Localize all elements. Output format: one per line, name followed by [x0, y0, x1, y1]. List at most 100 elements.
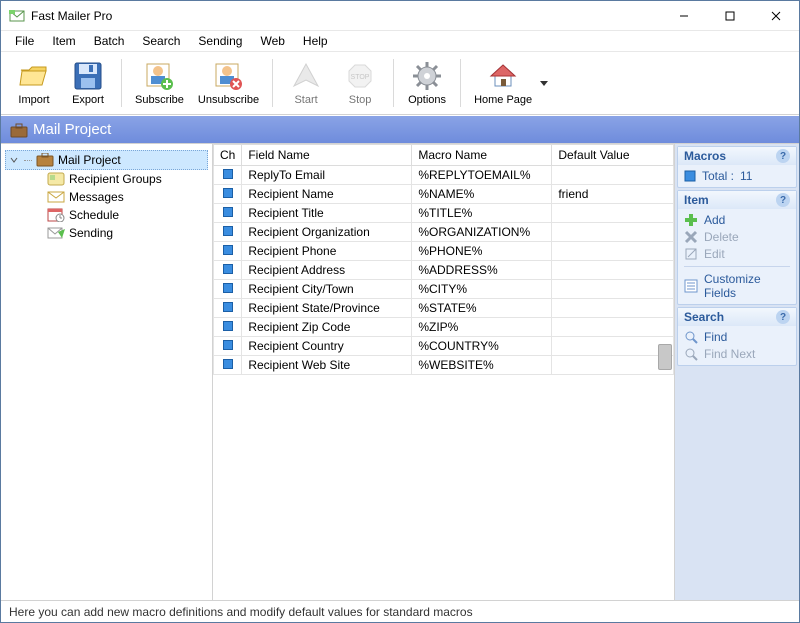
table-pane: Ch Field Name Macro Name Default Value R… — [213, 144, 675, 600]
table-row[interactable]: Recipient Zip Code%ZIP% — [214, 318, 674, 337]
panel-item-title: Item — [684, 193, 709, 207]
menu-item[interactable]: Item — [44, 32, 83, 50]
checkbox-icon[interactable] — [223, 283, 233, 293]
tree-collapse-icon[interactable] — [8, 154, 20, 166]
table-row[interactable]: Recipient Address%ADDRESS% — [214, 261, 674, 280]
item-edit: Edit — [684, 247, 790, 261]
gear-icon — [411, 60, 443, 92]
item-delete: Delete — [684, 230, 790, 244]
tree-root[interactable]: Mail Project — [5, 150, 208, 170]
cell-field: Recipient Zip Code — [242, 318, 412, 337]
main-area: Mail Project Recipient Groups Messages S… — [1, 143, 799, 600]
table-row[interactable]: Recipient Name%NAME%friend — [214, 185, 674, 204]
cell-field: Recipient Web Site — [242, 356, 412, 375]
help-icon[interactable]: ? — [776, 193, 790, 207]
unsubscribe-button[interactable]: Unsubscribe — [191, 55, 266, 111]
checkbox-icon[interactable] — [223, 169, 233, 179]
table-row[interactable]: Recipient State/Province%STATE% — [214, 299, 674, 318]
cell-macro: %ORGANIZATION% — [412, 223, 552, 242]
cell-default: friend — [552, 185, 674, 204]
project-header: Mail Project — [1, 115, 799, 143]
item-add[interactable]: Add — [684, 213, 790, 227]
checkbox-icon[interactable] — [223, 302, 233, 312]
delete-icon — [684, 230, 698, 244]
scrollbar-thumb[interactable] — [658, 344, 672, 370]
menu-batch[interactable]: Batch — [86, 32, 133, 50]
panel-macros-title: Macros — [684, 149, 726, 163]
cell-macro: %WEBSITE% — [412, 356, 552, 375]
col-default-value[interactable]: Default Value — [552, 145, 674, 166]
menu-sending[interactable]: Sending — [190, 32, 250, 50]
checkbox-icon[interactable] — [223, 188, 233, 198]
cell-default — [552, 261, 674, 280]
homepage-dropdown[interactable] — [539, 79, 549, 87]
checkbox-icon[interactable] — [223, 340, 233, 350]
maximize-button[interactable] — [707, 1, 753, 31]
col-field-name[interactable]: Field Name — [242, 145, 412, 166]
find-next-label: Find Next — [704, 347, 755, 361]
cell-default — [552, 166, 674, 185]
help-icon[interactable]: ? — [776, 149, 790, 163]
menubar: File Item Batch Search Sending Web Help — [1, 31, 799, 51]
cell-field: Recipient Title — [242, 204, 412, 223]
search-find[interactable]: Find — [684, 330, 790, 344]
checkbox-icon[interactable] — [223, 226, 233, 236]
menu-file[interactable]: File — [7, 32, 42, 50]
table-row[interactable]: Recipient City/Town%CITY% — [214, 280, 674, 299]
status-text: Here you can add new macro definitions a… — [9, 605, 473, 619]
checkbox-icon[interactable] — [223, 245, 233, 255]
menu-search[interactable]: Search — [134, 32, 188, 50]
close-button[interactable] — [753, 1, 799, 31]
cell-macro: %COUNTRY% — [412, 337, 552, 356]
subscribe-button[interactable]: Subscribe — [128, 55, 191, 111]
cell-macro: %ADDRESS% — [412, 261, 552, 280]
checkbox-icon[interactable] — [223, 359, 233, 369]
cell-default — [552, 204, 674, 223]
tree-item-schedule[interactable]: Schedule — [45, 206, 208, 224]
panel-search-title: Search — [684, 310, 724, 324]
customize-label: Customize Fields — [704, 272, 790, 300]
options-button[interactable]: Options — [400, 55, 454, 111]
plus-icon — [684, 213, 698, 227]
toolbar-separator — [393, 59, 394, 107]
help-icon[interactable]: ? — [776, 310, 790, 324]
tree-item-recipient-groups[interactable]: Recipient Groups — [45, 170, 208, 188]
options-label: Options — [408, 94, 446, 106]
briefcase-icon — [9, 123, 27, 137]
col-ch[interactable]: Ch — [214, 145, 242, 166]
import-button[interactable]: Import — [7, 55, 61, 111]
delete-label: Delete — [704, 230, 739, 244]
cell-field: Recipient Address — [242, 261, 412, 280]
table-row[interactable]: Recipient Title%TITLE% — [214, 204, 674, 223]
mail-send-icon — [290, 60, 322, 92]
table-row[interactable]: Recipient Web Site%WEBSITE% — [214, 356, 674, 375]
homepage-button[interactable]: Home Page — [467, 55, 539, 111]
item-customize[interactable]: Customize Fields — [684, 272, 790, 300]
table-row[interactable]: Recipient Phone%PHONE% — [214, 242, 674, 261]
tree-item-sending[interactable]: Sending — [45, 224, 208, 242]
checkbox-icon[interactable] — [223, 207, 233, 217]
export-button[interactable]: Export — [61, 55, 115, 111]
export-label: Export — [72, 94, 104, 106]
minimize-button[interactable] — [661, 1, 707, 31]
checkbox-icon[interactable] — [223, 321, 233, 331]
menu-web[interactable]: Web — [252, 32, 292, 50]
cell-default — [552, 356, 674, 375]
mail-send-icon — [47, 226, 65, 240]
user-remove-icon — [212, 60, 244, 92]
table-row[interactable]: Recipient Organization%ORGANIZATION% — [214, 223, 674, 242]
stop-button[interactable]: STOP Stop — [333, 55, 387, 111]
edit-label: Edit — [704, 247, 725, 261]
cell-default — [552, 337, 674, 356]
svg-text:STOP: STOP — [351, 74, 370, 81]
tree-label: Recipient Groups — [69, 172, 162, 186]
tree-item-messages[interactable]: Messages — [45, 188, 208, 206]
col-macro-name[interactable]: Macro Name — [412, 145, 552, 166]
table-row[interactable]: ReplyTo Email%REPLYTOEMAIL% — [214, 166, 674, 185]
menu-help[interactable]: Help — [295, 32, 336, 50]
checkbox-icon[interactable] — [223, 264, 233, 274]
side-panel: Macros ? Total : 11 Item ? — [675, 144, 799, 600]
start-button[interactable]: Start — [279, 55, 333, 111]
table-row[interactable]: Recipient Country%COUNTRY% — [214, 337, 674, 356]
stop-label: Stop — [349, 94, 372, 106]
